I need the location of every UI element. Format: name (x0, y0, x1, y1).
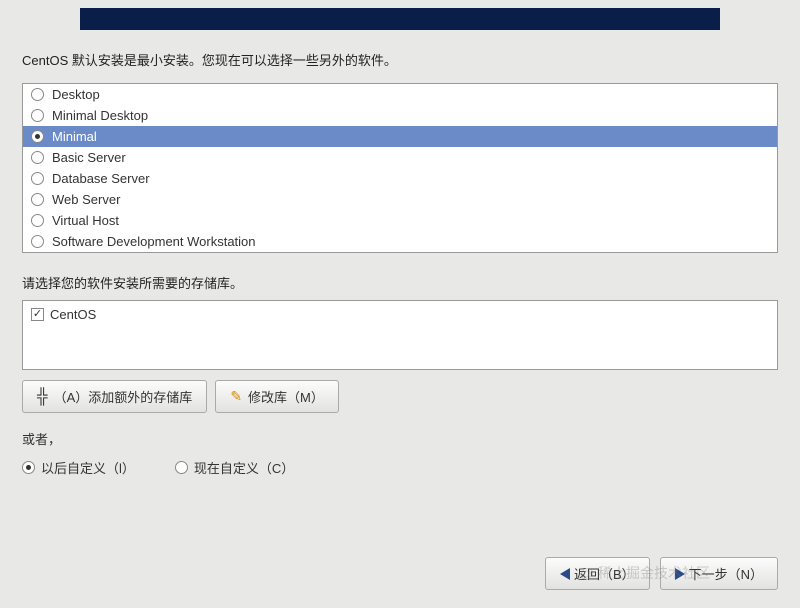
radio-icon (175, 461, 188, 474)
option-basic-server[interactable]: Basic Server (23, 147, 777, 168)
radio-icon (22, 461, 35, 474)
radio-icon (31, 151, 44, 164)
back-button[interactable]: 返回（B） (545, 557, 650, 590)
repo-section-label: 请选择您的软件安装所需要的存储库。 (22, 273, 778, 292)
option-web-server[interactable]: Web Server (23, 189, 777, 210)
next-button[interactable]: 下一步（N） (660, 557, 778, 590)
plus-icon: ╬ (37, 388, 48, 405)
install-options-list: Desktop Minimal Desktop Minimal Basic Se… (22, 83, 778, 253)
customize-now-option[interactable]: 现在自定义（C） (175, 458, 294, 477)
option-label: Basic Server (52, 150, 126, 165)
option-label: Database Server (52, 171, 150, 186)
option-label: Minimal Desktop (52, 108, 148, 123)
repo-item-centos[interactable]: ✓ CentOS (27, 305, 773, 324)
radio-icon (31, 193, 44, 206)
option-label: Minimal (52, 129, 97, 144)
radio-icon (31, 172, 44, 185)
option-label: Desktop (52, 87, 100, 102)
customize-options: 以后自定义（l） 现在自定义（C） (22, 458, 778, 477)
radio-icon (31, 214, 44, 227)
option-database-server[interactable]: Database Server (23, 168, 777, 189)
option-minimal-desktop[interactable]: Minimal Desktop (23, 105, 777, 126)
modify-repo-label: 修改库（M） (248, 387, 324, 406)
add-repo-button[interactable]: ╬ （A）添加额外的存储库 (22, 380, 207, 413)
option-label: Software Development Workstation (52, 234, 256, 249)
back-label: 返回（B） (574, 564, 635, 583)
or-label: 或者， (22, 429, 778, 448)
customize-later-option[interactable]: 以后自定义（l） (22, 458, 135, 477)
radio-icon (31, 88, 44, 101)
next-label: 下一步（N） (689, 564, 763, 583)
option-minimal[interactable]: Minimal (23, 126, 777, 147)
description-text: CentOS 默认安装是最小安装。您现在可以选择一些另外的软件。 (22, 50, 778, 69)
option-label: Web Server (52, 192, 120, 207)
add-repo-label: （A）添加额外的存储库 (54, 387, 193, 406)
option-label: Virtual Host (52, 213, 119, 228)
option-desktop[interactable]: Desktop (23, 84, 777, 105)
option-software-dev[interactable]: Software Development Workstation (23, 231, 777, 252)
header-banner (80, 8, 720, 30)
arrow-left-icon (560, 568, 570, 580)
customize-now-label: 现在自定义（C） (194, 458, 294, 477)
arrow-right-icon (675, 568, 685, 580)
edit-icon: ✎ (230, 388, 242, 405)
repo-label: CentOS (50, 307, 96, 322)
repo-list: ✓ CentOS (22, 300, 778, 370)
option-virtual-host[interactable]: Virtual Host (23, 210, 777, 231)
modify-repo-button[interactable]: ✎ 修改库（M） (215, 380, 339, 413)
radio-icon (31, 130, 44, 143)
customize-later-label: 以后自定义（l） (41, 458, 135, 477)
radio-icon (31, 109, 44, 122)
checkbox-icon: ✓ (31, 308, 44, 321)
radio-icon (31, 235, 44, 248)
